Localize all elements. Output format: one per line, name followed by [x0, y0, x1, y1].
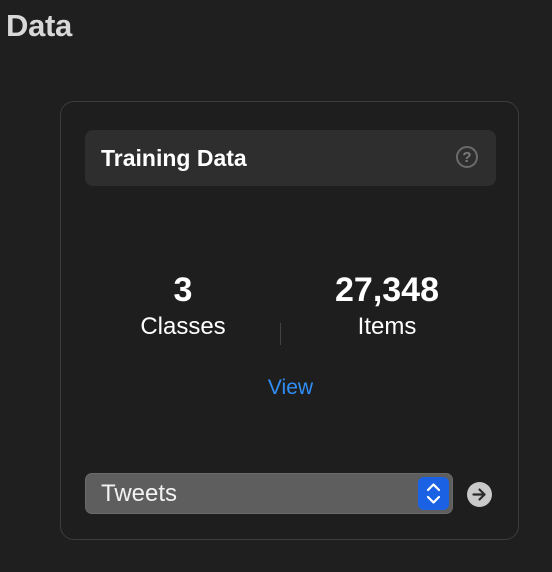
- stat-divider: [280, 323, 281, 345]
- training-data-card: Training Data ? 3 Classes 27,348 Items V…: [60, 101, 519, 540]
- data-panel: Data Training Data ? 3 Classes 27,348 It…: [0, 0, 552, 572]
- view-link[interactable]: View: [61, 376, 520, 400]
- section-title: Data: [6, 8, 72, 43]
- card-header: Training Data ?: [85, 130, 496, 186]
- classes-count: 3: [173, 271, 193, 309]
- card-title: Training Data: [101, 145, 247, 171]
- items-count: 27,348: [335, 271, 439, 309]
- help-icon[interactable]: ?: [456, 146, 478, 168]
- items-label: Items: [357, 313, 417, 340]
- arrow-right-circle-icon[interactable]: [467, 482, 492, 507]
- up-down-chevron-icon: [418, 477, 449, 510]
- classes-label: Classes: [140, 313, 226, 340]
- items-stat: 27,348 Items: [307, 270, 467, 342]
- dataset-select-value: Tweets: [101, 480, 178, 507]
- classes-stat: 3 Classes: [103, 270, 263, 342]
- dataset-select[interactable]: Tweets: [85, 473, 453, 514]
